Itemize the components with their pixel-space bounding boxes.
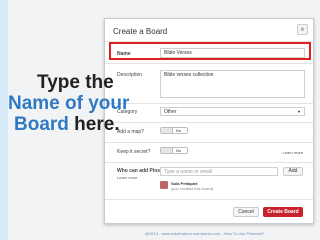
category-select[interactable]: Other ▼ <box>160 107 305 116</box>
secret-label: Keep it secret? <box>117 149 151 155</box>
instruction-callout: Type the Name of your Board here. <box>0 72 140 135</box>
category-value: Other <box>164 109 177 115</box>
owner-role: (you created this board) <box>171 186 214 191</box>
pinner-search-input[interactable]: Type a name or email <box>160 167 278 176</box>
divider <box>105 199 313 200</box>
callout-here-word: here. <box>68 114 120 135</box>
pinners-learn-more-link[interactable]: Learn more <box>117 175 137 180</box>
callout-line-2: Name of your <box>8 93 130 114</box>
create-board-button[interactable]: Create Board <box>263 207 303 217</box>
avatar <box>160 181 168 189</box>
secret-learn-more-link[interactable]: Learn more <box>283 150 303 155</box>
callout-line-1: Type the <box>37 72 114 93</box>
callout-line-3: Board here. <box>0 114 140 135</box>
close-icon[interactable]: × <box>297 24 308 35</box>
cancel-button[interactable]: Cancel <box>233 207 259 217</box>
secret-toggle-text: No <box>176 148 182 153</box>
chevron-down-icon: ▼ <box>297 109 301 114</box>
footer-credit: @2013 - www.solafeaturer.wordpress.com -… <box>145 231 265 236</box>
map-toggle[interactable]: No <box>160 127 188 134</box>
secret-toggle[interactable]: No <box>160 147 188 154</box>
name-highlight-box <box>109 42 311 60</box>
divider <box>105 63 313 64</box>
toggle-knob <box>161 148 173 153</box>
map-toggle-text: No <box>176 128 182 133</box>
pinners-label: Who can add Pins? <box>117 168 164 174</box>
toggle-knob <box>161 128 173 133</box>
divider <box>105 162 313 163</box>
description-textarea[interactable]: Bible verses collection <box>160 70 305 98</box>
dialog-title: Create a Board <box>113 27 168 36</box>
add-pinner-button[interactable]: Add <box>283 167 303 176</box>
callout-board-word: Board <box>14 114 69 135</box>
divider <box>105 142 313 143</box>
